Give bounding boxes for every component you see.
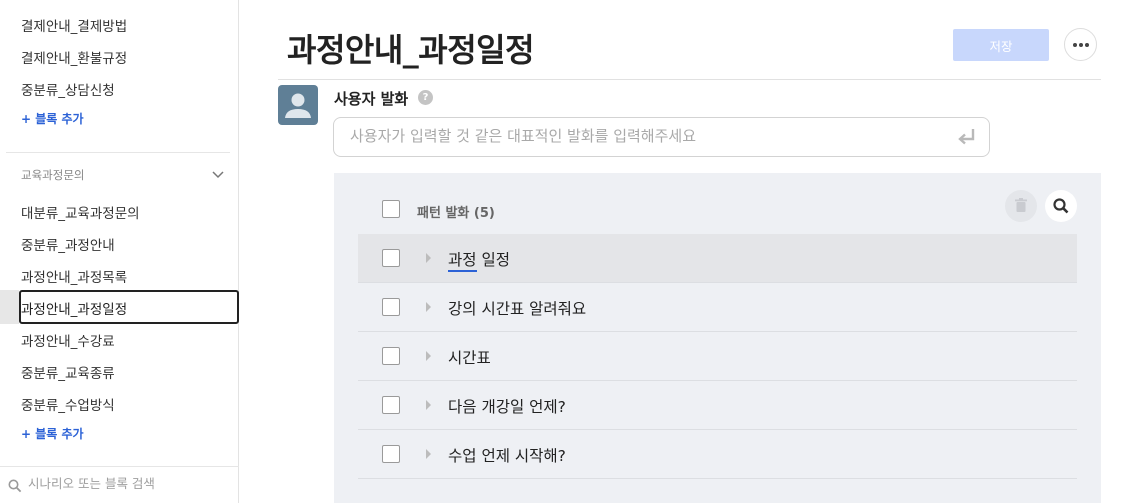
pattern-text[interactable]: 수업 언제 시작해? (448, 444, 566, 466)
scenario-search-input[interactable] (28, 476, 228, 491)
utterance-input[interactable] (350, 127, 950, 145)
sidebar-item[interactable]: 중분류_교육종류 (21, 362, 115, 382)
pattern-row[interactable]: 과정 일정 (358, 234, 1077, 283)
pattern-text[interactable]: 강의 시간표 알려줘요 (448, 297, 586, 319)
expand-triangle-icon[interactable] (426, 400, 431, 410)
sidebar-item[interactable]: 중분류_과정안내 (21, 234, 115, 254)
add-block-link[interactable]: + 블록 추가 (21, 425, 84, 442)
more-icon[interactable] (1064, 28, 1097, 61)
expand-triangle-icon[interactable] (426, 302, 431, 312)
row-checkbox[interactable] (382, 396, 400, 414)
expand-triangle-icon[interactable] (426, 449, 431, 459)
app: 결제안내_결제방법 결제안내_환불규정 중분류_상담신청 + 블록 추가 교육과… (0, 0, 1134, 503)
header-divider (278, 79, 1101, 80)
selected-indicator (0, 290, 19, 324)
row-checkbox[interactable] (382, 347, 400, 365)
search-icon (8, 479, 22, 493)
sidebar: 결제안내_결제방법 결제안내_환불규정 중분류_상담신청 + 블록 추가 교육과… (0, 0, 239, 503)
pattern-text[interactable]: 과정 일정 (448, 248, 510, 270)
expand-triangle-icon[interactable] (426, 253, 431, 263)
row-checkbox[interactable] (382, 298, 400, 316)
row-checkbox[interactable] (382, 249, 400, 267)
add-block-link[interactable]: + 블록 추가 (21, 110, 84, 127)
select-all-checkbox[interactable] (382, 200, 400, 218)
search-icon[interactable] (1045, 190, 1077, 222)
sidebar-item[interactable]: 과정안내_과정목록 (21, 266, 127, 286)
pattern-row[interactable]: 시간표 (358, 332, 1077, 381)
pattern-row[interactable]: 다음 개강일 언제? (358, 381, 1077, 430)
sidebar-item[interactable]: 과정안내_수강료 (21, 330, 115, 350)
sidebar-item-label: 과정안내_과정일정 (21, 302, 128, 318)
pattern-text[interactable]: 다음 개강일 언제? (448, 395, 566, 417)
trash-icon[interactable] (1005, 190, 1037, 222)
page-title: 과정안내_과정일정 (287, 31, 535, 69)
sidebar-item[interactable]: 중분류_수업방식 (21, 394, 115, 414)
sidebar-item[interactable]: 결제안내_환불규정 (21, 47, 127, 67)
sidebar-item[interactable]: 대분류_교육과정문의 (21, 202, 140, 222)
help-icon[interactable]: ? (418, 90, 433, 105)
pattern-text[interactable]: 시간표 (448, 346, 491, 368)
sidebar-item[interactable]: 중분류_상담신청 (21, 79, 115, 99)
utterance-input-box (333, 117, 990, 157)
expand-triangle-icon[interactable] (426, 351, 431, 361)
user-icon (285, 93, 311, 118)
chevron-down-icon[interactable] (211, 169, 225, 181)
pattern-utterance-title: 패턴 발화 (5) (417, 206, 495, 221)
sidebar-group-title: 교육과정문의 (21, 168, 85, 182)
pattern-row[interactable]: 강의 시간표 알려줘요 (358, 283, 1077, 332)
sidebar-divider (6, 152, 230, 153)
entity-underline (448, 270, 477, 272)
sidebar-item[interactable]: 결제안내_결제방법 (21, 15, 127, 35)
sidebar-search (0, 466, 239, 503)
pattern-utterance-panel: 패턴 발화 (5) 과정 일정 강의 시간표 알려줘요 시간표 다음 개강일 언… (334, 173, 1101, 503)
sidebar-item-selected[interactable]: 과정안내_과정일정 (0, 290, 239, 324)
save-button[interactable]: 저장 (953, 29, 1049, 61)
user-utterance-title: 사용자 발화 (334, 90, 409, 108)
row-checkbox[interactable] (382, 445, 400, 463)
avatar (278, 85, 318, 125)
pattern-row[interactable]: 수업 언제 시작해? (358, 430, 1077, 479)
enter-icon[interactable] (955, 126, 979, 148)
